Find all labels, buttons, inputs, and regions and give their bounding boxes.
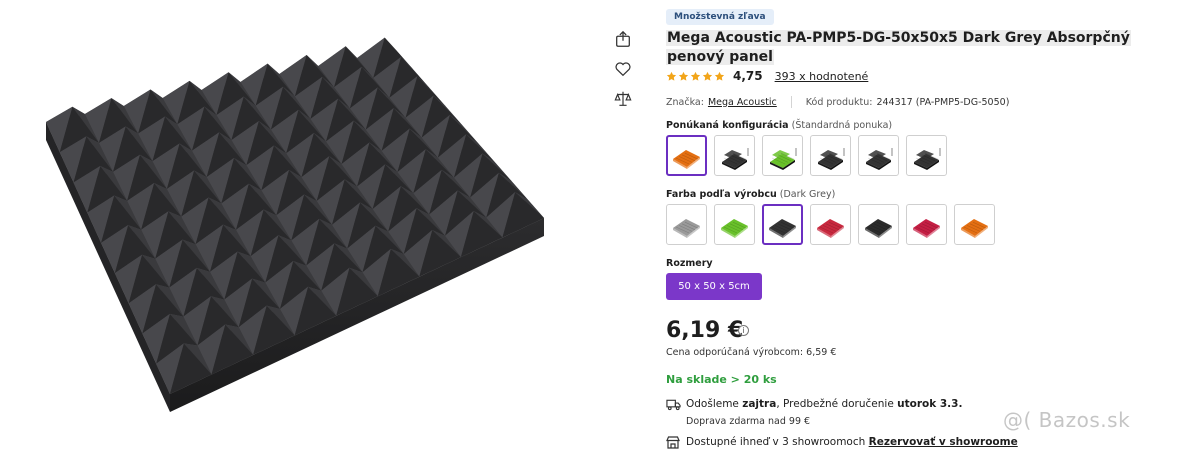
shipping-day: zajtra	[742, 398, 777, 410]
product-title: Mega Acoustic PA-PMP5-DG-50x50x5 Dark Gr…	[666, 29, 1161, 67]
color-option-crimson-panel[interactable]	[906, 204, 947, 245]
recommended-price: Cena odporúčaná výrobcom: 6,59 €	[666, 347, 837, 358]
light-grey-panel-icon	[673, 218, 700, 238]
price: 6,19 €	[666, 318, 744, 343]
brand-label: Značka:	[666, 96, 704, 108]
shipping-prefix: Odošleme	[686, 398, 739, 410]
product-image[interactable]	[20, 30, 580, 430]
color-option-green-panel[interactable]	[714, 204, 755, 245]
compare-scale-icon[interactable]	[612, 88, 634, 110]
orange-panel-icon	[961, 218, 988, 238]
star-icon	[690, 71, 701, 81]
rating-row: 4,75 393 x hodnotené	[666, 68, 868, 84]
green-panel-set-icon	[770, 147, 797, 170]
free-shipping-note: Doprava zdarma nad 99 €	[686, 416, 811, 427]
star-icon	[702, 71, 713, 81]
configuration-option-3[interactable]	[762, 135, 803, 176]
red-panel-icon	[817, 218, 844, 238]
crimson-panel-icon	[913, 218, 940, 238]
configuration-label: Ponúkaná konfigurácia (Štandardná ponuka…	[666, 120, 892, 131]
color-label-text: Farba podľa výrobcu	[666, 189, 777, 200]
bazos-watermark: @( Bazos.sk	[1003, 408, 1131, 432]
size-option-button[interactable]: 50 x 50 x 5cm	[666, 273, 762, 300]
color-option-dark-grey-panel[interactable]	[762, 204, 803, 245]
size-label: Rozmery	[666, 258, 713, 269]
product-title-text: Mega Acoustic PA-PMP5-DG-50x50x5 Dark Gr…	[666, 30, 1131, 65]
rating-value: 4,75	[733, 69, 763, 83]
configuration-option-5[interactable]	[858, 135, 899, 176]
meta-divider	[790, 96, 792, 108]
star-icon	[678, 71, 689, 81]
heart-icon[interactable]	[612, 58, 634, 80]
shipping-info: Odošleme zajtra, Predbežné doručenie uto…	[686, 398, 962, 410]
dark-grey-panel-set-icon	[914, 147, 941, 170]
rating-stars	[666, 71, 725, 82]
color-note: (Dark Grey)	[779, 189, 836, 200]
product-meta: Značka: Mega Acoustic Kód produktu: 2443…	[666, 95, 1009, 109]
brand-link[interactable]: Mega Acoustic	[708, 97, 777, 108]
product-code-value: 244317 (PA-PMP5-DG-5050)	[876, 96, 1010, 108]
color-options	[666, 204, 995, 245]
delivery-date: utorok 3.3.	[897, 398, 963, 410]
green-panel-icon	[721, 218, 748, 238]
configuration-label-text: Ponúkaná konfigurácia	[666, 120, 789, 131]
configuration-option-6[interactable]	[906, 135, 947, 176]
orange-panel-icon	[673, 149, 700, 169]
dark-grey-panel-set-icon	[818, 147, 845, 170]
configuration-options	[666, 135, 947, 176]
dark-grey-panel-set-icon	[866, 147, 893, 170]
configuration-option-1[interactable]	[666, 135, 707, 176]
star-icon	[666, 71, 677, 81]
reserve-showroom-link[interactable]: Rezervovať v showroome	[869, 436, 1018, 448]
color-option-red-panel[interactable]	[810, 204, 851, 245]
shipping-middle: , Predbežné doručenie	[776, 398, 894, 410]
dark-grey-panel-set-icon	[722, 147, 749, 170]
store-icon	[666, 436, 680, 449]
share-icon[interactable]	[612, 28, 634, 50]
price-info-icon[interactable]: i	[738, 325, 749, 336]
color-option-orange-panel[interactable]	[954, 204, 995, 245]
dark-grey-panel-icon	[769, 218, 796, 238]
stock-status: Na sklade > 20 ks	[666, 373, 777, 386]
color-label: Farba podľa výrobcu (Dark Grey)	[666, 189, 835, 200]
configuration-option-4[interactable]	[810, 135, 851, 176]
product-code-label: Kód produktu:	[805, 96, 873, 108]
showroom-info: Dostupné ihneď v 3 showroomoch Rezervova…	[686, 436, 1018, 448]
color-option-light-grey-panel[interactable]	[666, 204, 707, 245]
configuration-note: (Štandardná ponuka)	[791, 120, 893, 131]
truck-icon	[666, 399, 681, 411]
quantity-discount-badge: Množstevná zľava	[666, 9, 774, 25]
black-panel-icon	[865, 218, 892, 238]
rating-count-link[interactable]: 393 x hodnotené	[775, 70, 869, 83]
size-label-text: Rozmery	[666, 258, 713, 269]
configuration-option-2[interactable]	[714, 135, 755, 176]
star-icon	[714, 71, 725, 81]
color-option-black-panel[interactable]	[858, 204, 899, 245]
product-image-area	[0, 0, 600, 458]
showroom-text: Dostupné ihneď v 3 showroomoch	[686, 436, 866, 448]
